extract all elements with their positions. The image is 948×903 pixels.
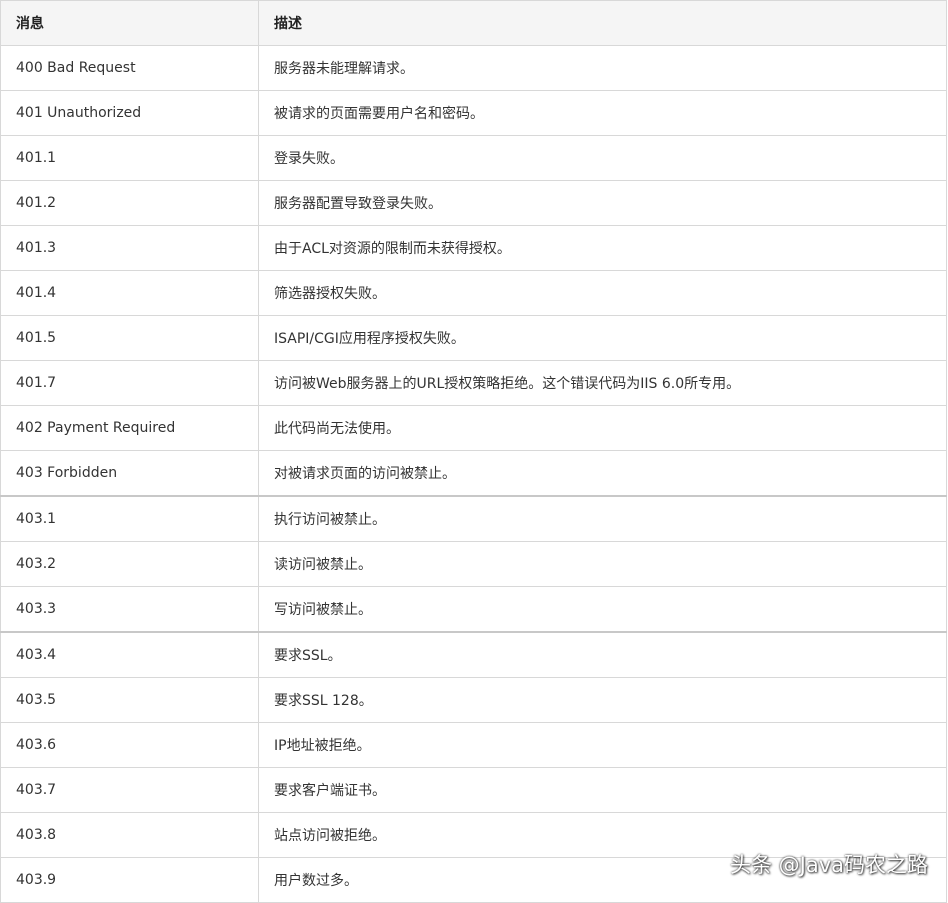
message-cell: 401.5 (0, 315, 259, 361)
description-cell: 写访问被禁止。 (258, 586, 947, 633)
table-row: 402 Payment Required 此代码尚无法使用。 (0, 405, 947, 451)
table-row: 401 Unauthorized 被请求的页面需要用户名和密码。 (0, 90, 947, 136)
table-row: 403.6 IP地址被拒绝。 (0, 722, 947, 768)
description-cell: 站点访问被拒绝。 (258, 812, 947, 858)
description-cell: 筛选器授权失败。 (258, 270, 947, 316)
description-cell: 由于ACL对资源的限制而未获得授权。 (258, 225, 947, 271)
table-row: 403.5 要求SSL 128。 (0, 677, 947, 723)
description-cell: 要求客户端证书。 (258, 767, 947, 813)
message-cell: 403.1 (0, 495, 259, 542)
message-cell: 403.3 (0, 586, 259, 633)
table-row: 401.1 登录失败。 (0, 135, 947, 181)
description-cell: 访问被Web服务器上的URL授权策略拒绝。这个错误代码为IIS 6.0所专用。 (258, 360, 947, 406)
description-cell: 对被请求页面的访问被禁止。 (258, 450, 947, 497)
header-description: 描述 (258, 0, 947, 46)
description-cell: ISAPI/CGI应用程序授权失败。 (258, 315, 947, 361)
description-cell: 服务器配置导致登录失败。 (258, 180, 947, 226)
description-cell: 执行访问被禁止。 (258, 495, 947, 542)
message-cell: 401 Unauthorized (0, 90, 259, 136)
message-cell: 403.5 (0, 677, 259, 723)
message-cell: 401.2 (0, 180, 259, 226)
message-cell: 401.3 (0, 225, 259, 271)
http-status-table: 消息 描述 400 Bad Request 服务器未能理解请求。 401 Una… (0, 0, 947, 903)
message-cell: 403.4 (0, 631, 259, 678)
header-message: 消息 (0, 0, 259, 46)
message-cell: 403.7 (0, 767, 259, 813)
description-cell: 要求SSL 128。 (258, 677, 947, 723)
description-cell: IP地址被拒绝。 (258, 722, 947, 768)
table-row: 401.4 筛选器授权失败。 (0, 270, 947, 316)
table-row: 403.7 要求客户端证书。 (0, 767, 947, 813)
description-cell: 读访问被禁止。 (258, 541, 947, 587)
table-row: 401.2 服务器配置导致登录失败。 (0, 180, 947, 226)
table-row: 403 Forbidden 对被请求页面的访问被禁止。 (0, 450, 947, 497)
table-row: 401.3 由于ACL对资源的限制而未获得授权。 (0, 225, 947, 271)
header-row: 消息 描述 (0, 0, 947, 46)
description-cell: 要求SSL。 (258, 631, 947, 678)
message-cell: 403 Forbidden (0, 450, 259, 497)
message-cell: 403.2 (0, 541, 259, 587)
table-row: 403.3 写访问被禁止。 (0, 586, 947, 633)
description-cell: 此代码尚无法使用。 (258, 405, 947, 451)
table-row: 403.8 站点访问被拒绝。 (0, 812, 947, 858)
message-cell: 401.4 (0, 270, 259, 316)
table-row: 403.2 读访问被禁止。 (0, 541, 947, 587)
message-cell: 401.1 (0, 135, 259, 181)
message-cell: 403.6 (0, 722, 259, 768)
table-row: 403.1 执行访问被禁止。 (0, 495, 947, 542)
table-row: 403.9 用户数过多。 (0, 857, 947, 903)
message-cell: 403.8 (0, 812, 259, 858)
message-cell: 400 Bad Request (0, 45, 259, 91)
table-row: 401.5 ISAPI/CGI应用程序授权失败。 (0, 315, 947, 361)
message-cell: 402 Payment Required (0, 405, 259, 451)
table-row: 401.7 访问被Web服务器上的URL授权策略拒绝。这个错误代码为IIS 6.… (0, 360, 947, 406)
description-cell: 被请求的页面需要用户名和密码。 (258, 90, 947, 136)
table-row: 400 Bad Request 服务器未能理解请求。 (0, 45, 947, 91)
description-cell: 服务器未能理解请求。 (258, 45, 947, 91)
message-cell: 403.9 (0, 857, 259, 903)
message-cell: 401.7 (0, 360, 259, 406)
description-cell: 用户数过多。 (258, 857, 947, 903)
description-cell: 登录失败。 (258, 135, 947, 181)
table-row: 403.4 要求SSL。 (0, 631, 947, 678)
